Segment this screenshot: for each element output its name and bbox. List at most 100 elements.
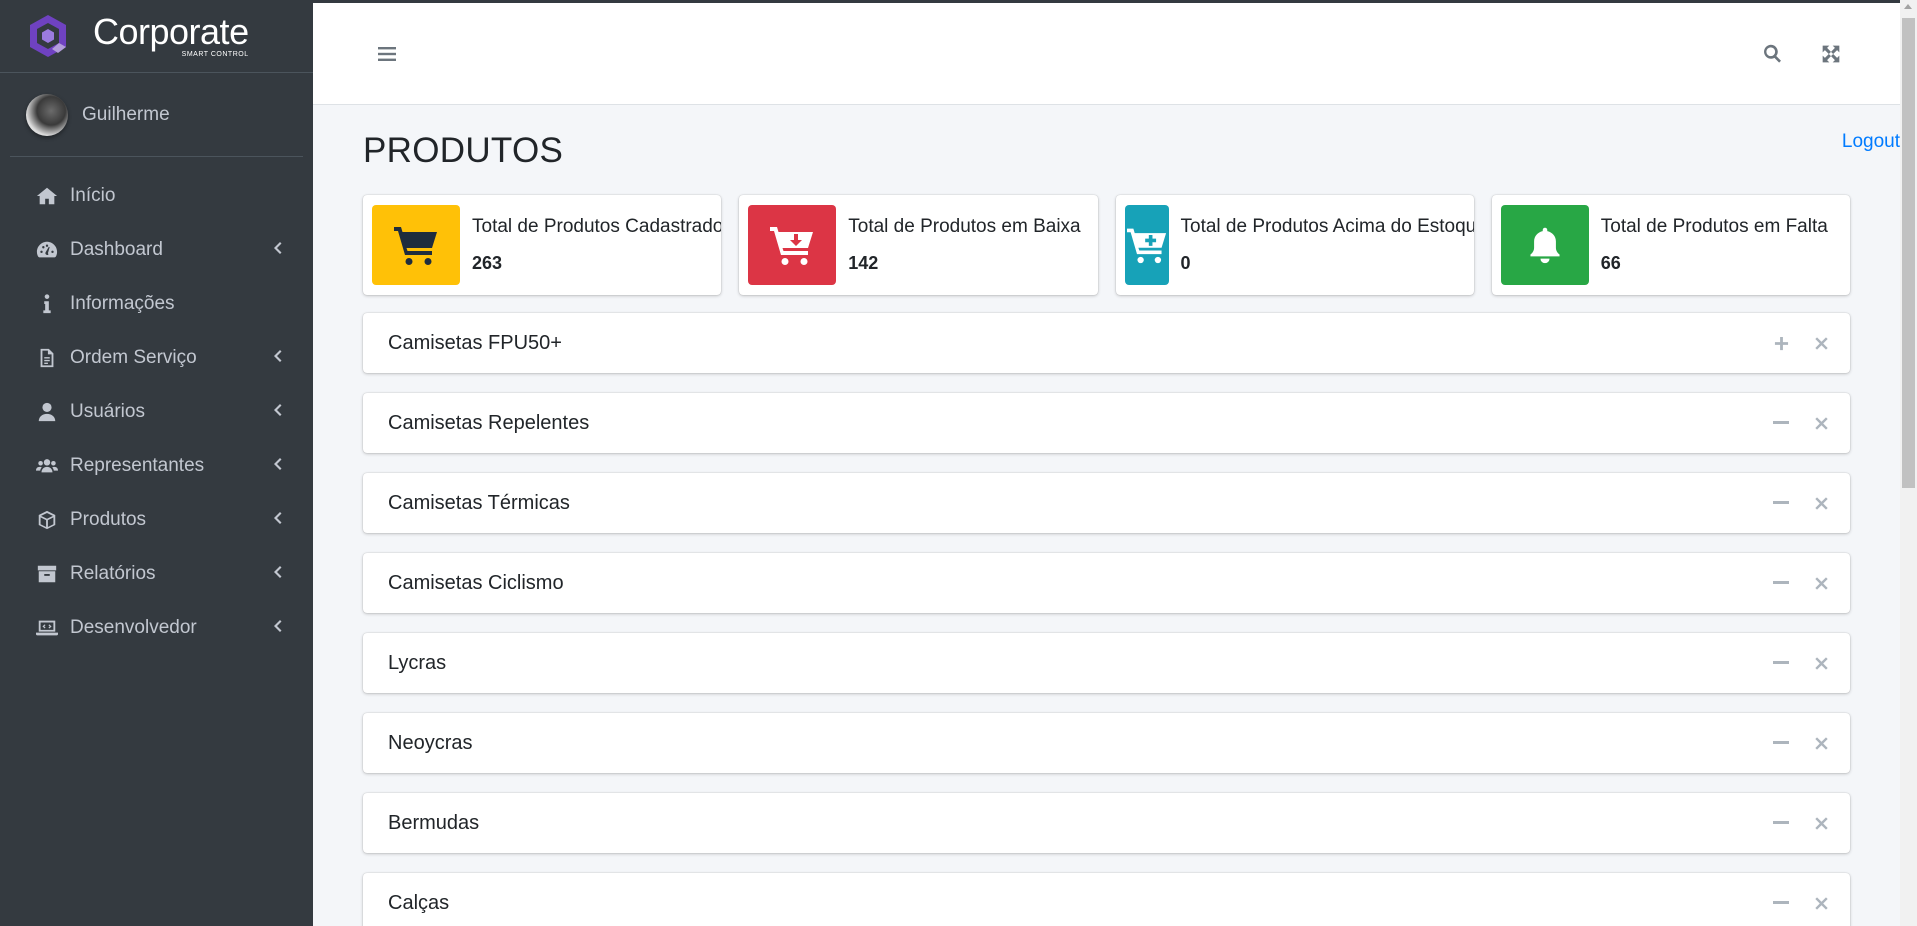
category-card: Calças — [363, 873, 1850, 926]
category-card: Lycras — [363, 633, 1850, 693]
sidebar-item-ordem-servico[interactable]: Ordem Serviço — [0, 331, 313, 385]
collapse-button[interactable] — [1772, 814, 1790, 832]
remove-button[interactable] — [1812, 574, 1830, 592]
chevron-left-icon — [271, 617, 283, 639]
stat-box-em-baixa[interactable]: Total de Produtos em Baixa 142 — [739, 195, 1098, 295]
stat-value: 66 — [1600, 253, 1621, 273]
user-panel[interactable]: Guilherme — [10, 73, 303, 157]
remove-button[interactable] — [1812, 334, 1830, 352]
expand-button[interactable] — [1772, 334, 1790, 352]
expand-arrows-icon — [1822, 45, 1840, 62]
sidebar-item-informacoes[interactable]: Informações — [0, 277, 313, 331]
card-title: Camisetas Ciclismo — [388, 571, 564, 594]
close-icon — [1814, 576, 1828, 590]
file-icon — [34, 346, 60, 370]
stat-label: Total de Produtos em Falta — [1600, 216, 1828, 237]
sidebar-item-label: Ordem Serviço — [70, 347, 197, 368]
cart-arrow-down-icon — [770, 227, 814, 265]
minus-icon — [1773, 421, 1789, 424]
sidebar-item-produtos[interactable]: Produtos — [0, 493, 313, 547]
stat-box-acima-estoque[interactable]: Total de Produtos Acima do Estoque 0 — [1115, 195, 1474, 295]
card-title: Lycras — [388, 651, 447, 674]
sidebar-item-label: Desenvolvedor — [70, 617, 197, 638]
stat-label: Total de Produtos Acima do Estoque — [1180, 216, 1474, 237]
stat-icon-box — [1500, 205, 1589, 285]
sidebar-item-dashboard[interactable]: Dashboard — [0, 223, 313, 277]
sidebar-item-usuarios[interactable]: Usuários — [0, 385, 313, 439]
scrollbar-thumb[interactable] — [1902, 18, 1915, 488]
remove-button[interactable] — [1812, 654, 1830, 672]
stat-box-em-falta[interactable]: Total de Produtos em Falta 66 — [1491, 195, 1850, 295]
collapse-button[interactable] — [1772, 654, 1790, 672]
page-scrollbar[interactable] — [1900, 0, 1917, 926]
category-card: Neoycras — [363, 713, 1850, 773]
brand[interactable]: Corporate SMART CONTROL — [0, 0, 313, 73]
scroll-up-arrow-icon[interactable] — [1904, 4, 1912, 9]
sidebar-item-label: Informações — [70, 293, 175, 314]
card-title: Camisetas FPU50+ — [388, 331, 562, 354]
category-card: Camisetas FPU50+ — [363, 313, 1850, 373]
laptop-code-icon — [34, 616, 60, 640]
stat-box-cadastrados[interactable]: Total de Produtos Cadastrados 263 — [363, 195, 722, 295]
card-title: Neoycras — [388, 731, 473, 754]
collapse-button[interactable] — [1772, 414, 1790, 432]
close-icon — [1814, 336, 1828, 350]
plus-icon — [1774, 336, 1788, 350]
user-icon — [34, 400, 60, 424]
sidebar-item-relatorios[interactable]: Relatórios — [0, 547, 313, 601]
sidebar: Corporate SMART CONTROL Guilherme Início… — [0, 0, 313, 926]
stat-value: 0 — [1180, 253, 1191, 273]
collapse-button[interactable] — [1772, 494, 1790, 512]
menu-toggle-button[interactable] — [373, 40, 401, 68]
brand-subtitle: SMART CONTROL — [181, 51, 249, 58]
logout-link[interactable]: Logout — [1842, 131, 1900, 153]
info-icon — [34, 292, 60, 316]
archive-icon — [34, 562, 60, 586]
box-icon — [34, 508, 60, 532]
fullscreen-button[interactable] — [1817, 40, 1845, 68]
product-category-cards: Camisetas FPU50+ Camisetas Repelentes Ca… — [313, 295, 1850, 926]
minus-icon — [1773, 581, 1789, 584]
users-icon — [34, 454, 60, 478]
sidebar-item-representantes[interactable]: Representantes — [0, 439, 313, 493]
brand-name: Corporate — [93, 11, 249, 52]
minus-icon — [1773, 661, 1789, 664]
minus-icon — [1773, 741, 1789, 744]
minus-icon — [1773, 821, 1789, 824]
card-title: Camisetas Térmicas — [388, 491, 570, 514]
close-icon — [1814, 496, 1828, 510]
sidebar-item-label: Início — [70, 185, 116, 206]
home-icon — [34, 184, 60, 208]
minus-icon — [1773, 501, 1789, 504]
tachometer-icon — [34, 238, 60, 262]
chevron-left-icon — [271, 401, 283, 423]
collapse-button[interactable] — [1772, 894, 1790, 912]
category-card: Camisetas Ciclismo — [363, 553, 1850, 613]
stat-label: Total de Produtos em Baixa — [848, 216, 1081, 237]
content-header: PRODUTOS — [313, 105, 1900, 175]
remove-button[interactable] — [1812, 494, 1830, 512]
remove-button[interactable] — [1812, 814, 1830, 832]
stat-icon-box — [372, 205, 460, 285]
search-button[interactable] — [1758, 40, 1786, 68]
sidebar-item-desenvolvedor[interactable]: Desenvolvedor — [0, 601, 313, 655]
sidebar-item-label: Representantes — [70, 455, 205, 476]
sidebar-item-label: Usuários — [70, 401, 145, 422]
collapse-button[interactable] — [1772, 734, 1790, 752]
close-icon — [1814, 896, 1828, 910]
sidebar-item-label: Dashboard — [70, 239, 163, 260]
stat-icon-box — [1124, 205, 1169, 285]
remove-button[interactable] — [1812, 414, 1830, 432]
collapse-button[interactable] — [1772, 574, 1790, 592]
main-content: PRODUTOS Logout Total de Produtos Cadast… — [313, 0, 1900, 926]
remove-button[interactable] — [1812, 734, 1830, 752]
page-title: PRODUTOS — [363, 131, 564, 170]
chevron-left-icon — [271, 563, 283, 585]
top-navbar — [313, 0, 1900, 105]
stat-icon-box — [748, 205, 837, 285]
remove-button[interactable] — [1812, 894, 1830, 912]
sidebar-item-inicio[interactable]: Início — [0, 169, 313, 223]
stats-row: Total de Produtos Cadastrados 263 Total … — [313, 175, 1850, 295]
stat-label: Total de Produtos Cadastrados — [472, 216, 722, 237]
close-icon — [1814, 416, 1828, 430]
